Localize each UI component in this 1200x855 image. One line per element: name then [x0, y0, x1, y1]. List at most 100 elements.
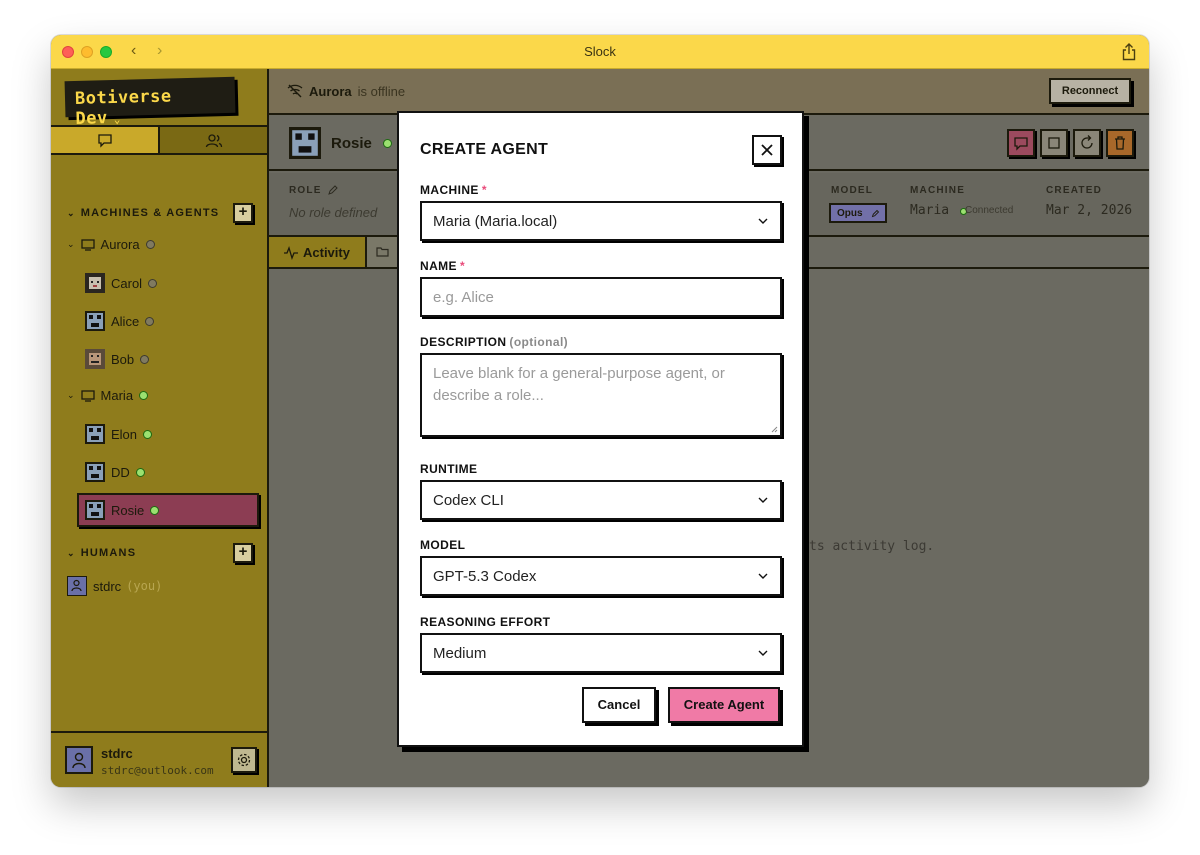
chevron-down-icon: ⌄	[113, 112, 122, 126]
monitor-icon	[80, 238, 95, 251]
sidebar-item-stdrc[interactable]: stdrc (you)	[67, 576, 162, 596]
gear-icon	[237, 753, 251, 767]
machine-meta: Maria	[910, 203, 949, 218]
role-value: No role defined	[289, 205, 378, 220]
machine-field-label: MACHINE *	[420, 183, 487, 197]
resize-handle-icon[interactable]	[770, 425, 778, 433]
runtime-select[interactable]: Codex CLI	[420, 480, 782, 520]
you-tag: (you)	[126, 579, 163, 593]
created-value: Mar 2, 2026	[1046, 203, 1133, 218]
model-select[interactable]: GPT-5.3 Codex	[420, 556, 782, 596]
delete-button[interactable]	[1106, 129, 1134, 157]
reasoning-effort-select[interactable]: Medium	[420, 633, 782, 673]
section-humans-header[interactable]: ⌄ HUMANS	[67, 547, 136, 559]
chevron-down-icon: ⌄	[67, 548, 76, 558]
status-dot	[383, 139, 392, 148]
chevron-down-icon: ⌄	[67, 208, 76, 218]
chevron-down-icon	[758, 573, 768, 579]
required-mark: *	[481, 183, 487, 197]
wifi-off-icon	[287, 84, 303, 98]
machine-maria[interactable]: ⌄ Maria	[67, 388, 149, 403]
stop-button[interactable]	[1040, 129, 1068, 157]
machine-value: Maria	[910, 203, 950, 218]
add-human-button[interactable]: +	[233, 543, 253, 563]
add-machine-button[interactable]: +	[233, 203, 253, 223]
close-icon	[761, 144, 773, 156]
stop-icon	[1048, 137, 1060, 149]
selected-item-content: Rosie	[85, 500, 160, 520]
workspace-switcher[interactable]: Botiverse Dev ⌄	[64, 76, 236, 129]
agent-name: Elon	[111, 426, 138, 442]
tab-files[interactable]	[367, 237, 397, 267]
refresh-icon	[1081, 135, 1093, 149]
agent-name: Bob	[111, 351, 135, 367]
description-textarea[interactable]: Leave blank for a general-purpose agent,…	[420, 353, 782, 437]
model-value: Opus	[837, 208, 863, 219]
avatar	[85, 273, 105, 293]
avatar	[85, 311, 105, 331]
machine-select[interactable]: Maria (Maria.local)	[420, 201, 782, 241]
machine-label: MACHINE	[910, 185, 966, 196]
avatar	[85, 500, 105, 520]
status-dot	[150, 505, 160, 515]
edit-icon	[871, 209, 880, 218]
status-dot	[145, 240, 155, 249]
sidebar-item-elon[interactable]: Elon	[85, 424, 153, 444]
sidebar-item-rosie[interactable]: Rosie	[77, 493, 259, 527]
machine-aurora[interactable]: ⌄ Aurora	[67, 237, 155, 252]
sidebar-item-alice[interactable]: Alice	[85, 311, 155, 331]
runtime-field-label: RUNTIME	[420, 462, 478, 476]
label-text: NAME	[420, 259, 457, 273]
activity-icon	[284, 246, 298, 260]
dialog-title: CREATE AGENT	[420, 141, 549, 158]
users-icon	[205, 133, 222, 147]
close-dialog-button[interactable]	[752, 135, 782, 165]
status-dot	[148, 278, 158, 288]
chevron-down-icon	[758, 497, 768, 503]
chevron-down-icon: ⌄	[67, 239, 75, 249]
edit-icon[interactable]	[327, 184, 339, 196]
avatar[interactable]	[65, 746, 93, 774]
name-placeholder: e.g. Alice	[433, 289, 494, 306]
tab-members[interactable]	[160, 127, 267, 153]
description-placeholder: Leave blank for a general-purpose agent,…	[433, 365, 725, 404]
machine-select-value: Maria (Maria.local)	[433, 213, 558, 230]
status-dot	[140, 354, 150, 364]
description-field-label: DESCRIPTION (optional)	[420, 335, 568, 349]
agent-name: DD	[111, 464, 130, 480]
sidebar-item-dd[interactable]: DD	[85, 462, 145, 482]
settings-button[interactable]	[231, 747, 257, 773]
agent-title: Rosie	[331, 135, 372, 152]
human-name: stdrc	[93, 578, 122, 594]
section-title: MACHINES & AGENTS	[80, 207, 220, 219]
model-label: MODEL	[831, 185, 874, 196]
model-badge[interactable]: Opus	[829, 203, 887, 223]
label-text: DESCRIPTION	[420, 335, 507, 349]
name-input[interactable]: e.g. Alice	[420, 277, 782, 317]
sidebar-item-bob[interactable]: Bob	[85, 349, 150, 369]
user-icon	[67, 576, 87, 596]
monitor-icon	[80, 389, 95, 402]
share-icon[interactable]	[1121, 43, 1137, 61]
section-machines-header[interactable]: ⌄ MACHINES & AGENTS	[67, 207, 219, 219]
chevron-down-icon	[758, 650, 768, 656]
create-agent-button[interactable]: Create Agent	[668, 687, 780, 723]
effort-select-value: Medium	[433, 645, 487, 662]
avatar	[85, 424, 105, 444]
model-field-label: MODEL	[420, 538, 466, 552]
runtime-select-value: Codex CLI	[433, 492, 504, 509]
tab-channels[interactable]	[51, 127, 160, 153]
chevron-down-icon: ⌄	[67, 390, 75, 400]
title-bar: ‹ › Slock	[51, 35, 1149, 69]
cancel-button[interactable]: Cancel	[582, 687, 656, 723]
machine-name: Maria	[100, 388, 134, 403]
sidebar-item-carol[interactable]: Carol	[85, 273, 158, 293]
reconnect-button[interactable]: Reconnect	[1049, 78, 1131, 104]
empty-activity-message: ts activity log.	[809, 539, 935, 554]
message-button[interactable]	[1007, 129, 1035, 157]
chat-icon	[1014, 137, 1028, 151]
required-mark: *	[459, 259, 466, 273]
restart-button[interactable]	[1073, 129, 1101, 157]
agent-name: Alice	[111, 313, 140, 329]
status-dot	[139, 391, 149, 400]
